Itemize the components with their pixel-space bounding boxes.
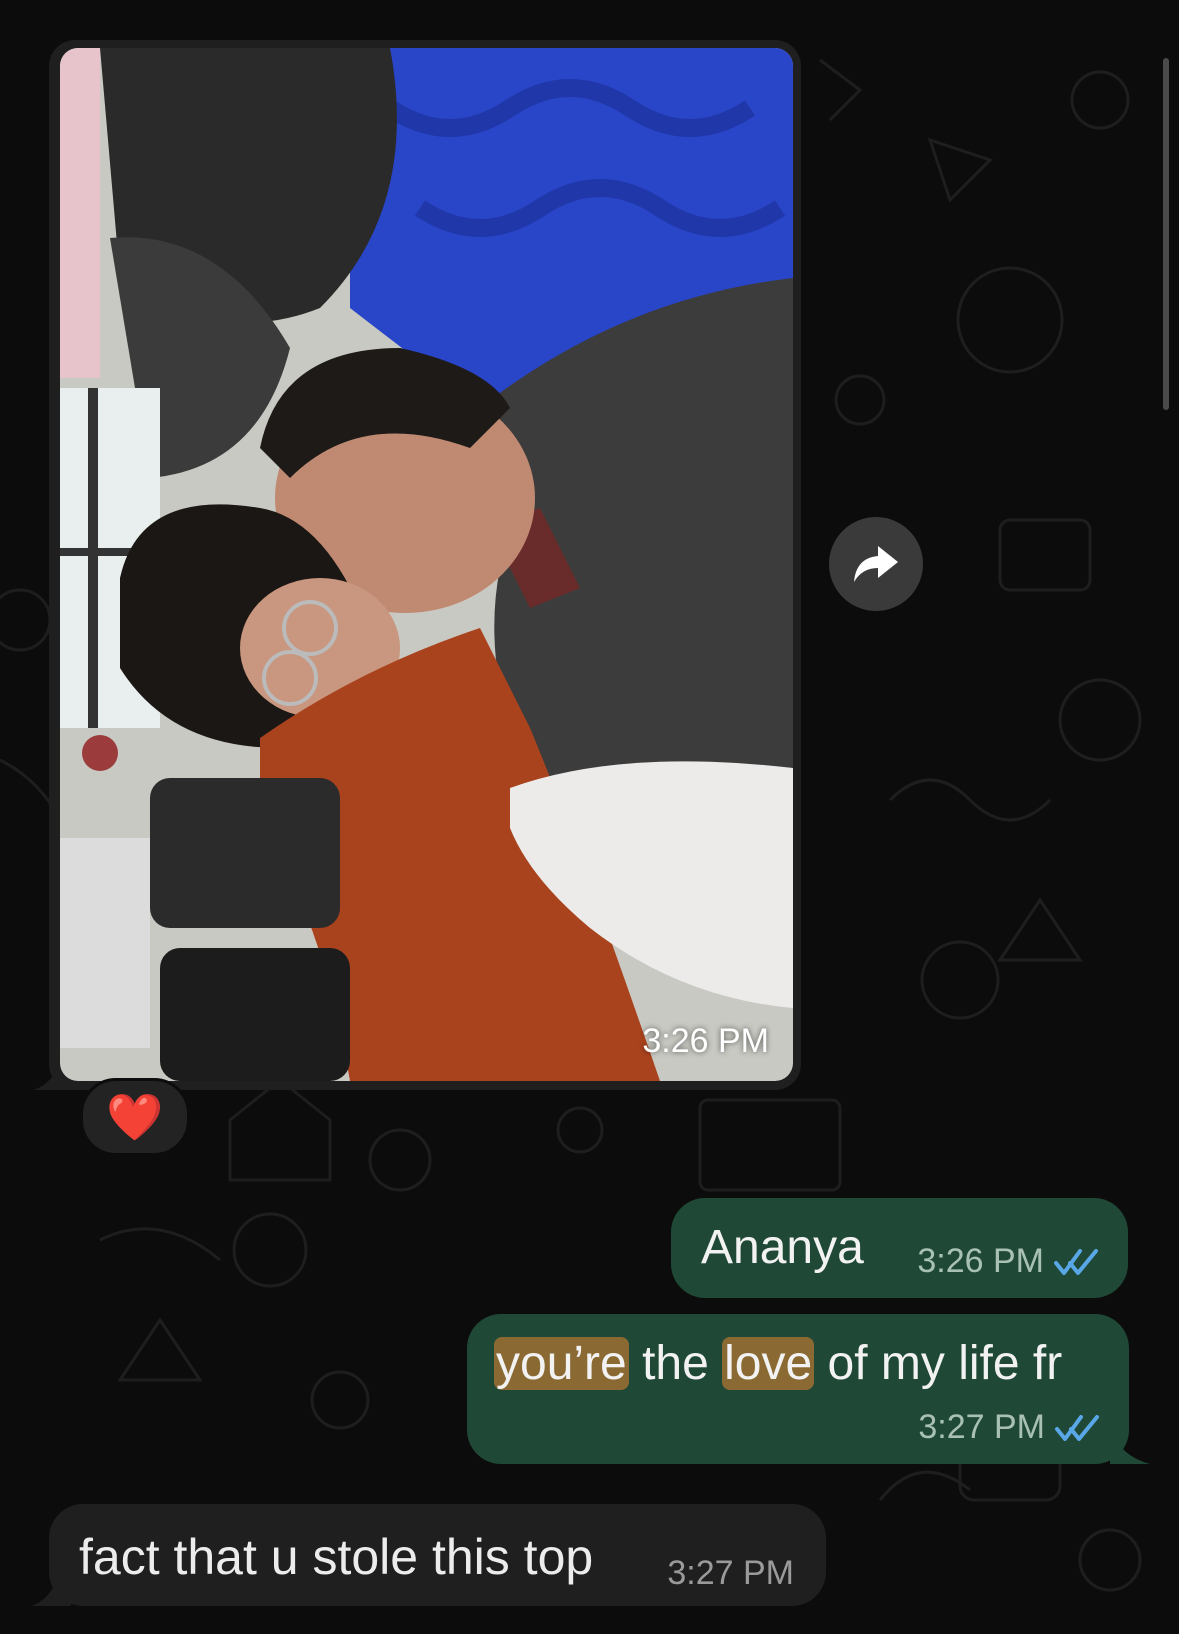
chat-screen: 3:26 PM ❤️ Ananya 3:26 PM you’re the lov… [0,0,1179,1634]
message-text: fact that u stole this top [79,1529,594,1585]
message-time: 3:27 PM [918,1408,1045,1446]
outgoing-message[interactable]: you’re the love of my life fr 3:27 PM [467,1314,1129,1464]
highlighted-word: you’re [494,1337,629,1390]
double-check-icon [1055,1414,1099,1441]
outgoing-message[interactable]: Ananya 3:26 PM [671,1198,1128,1298]
double-check-icon [1054,1248,1098,1275]
message-text: you’re the love of my life fr [494,1336,1062,1391]
message-time: 3:27 PM [667,1554,794,1592]
message-meta: 3:27 PM [918,1408,1101,1447]
message-time: 3:26 PM [917,1242,1044,1280]
forward-button[interactable] [829,517,923,611]
highlighted-word: love [722,1337,815,1390]
message-meta: 3:26 PM [917,1242,1100,1281]
message-text: Ananya [701,1221,864,1274]
bubble-tail [31,1566,71,1606]
text-segment: the [628,1337,723,1390]
forward-arrow-icon [854,546,898,582]
photo-image [60,48,793,1081]
heart-reaction[interactable]: ❤️ [80,1078,190,1156]
shared-photo[interactable]: 3:26 PM [60,48,793,1081]
photo-timestamp: 3:26 PM [642,1022,769,1060]
text-segment: of my life fr [814,1337,1063,1390]
scrollbar[interactable] [1163,58,1169,410]
bubble-tail [1110,1420,1150,1464]
incoming-message[interactable]: fact that u stole this top 3:27 PM [49,1504,826,1606]
